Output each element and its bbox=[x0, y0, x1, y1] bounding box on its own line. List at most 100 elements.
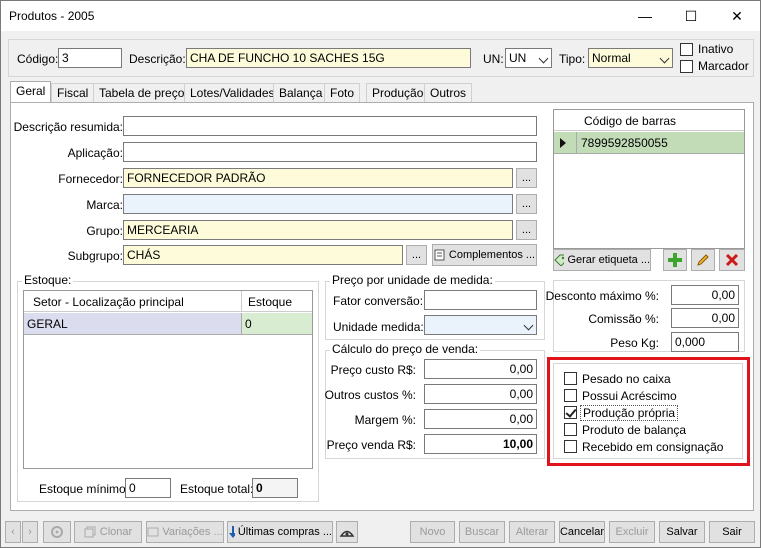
outros-custos-label: Outros custos %: bbox=[324, 388, 416, 402]
codigo-label: Código: bbox=[17, 52, 59, 66]
alterar-button[interactable]: Alterar bbox=[509, 521, 555, 543]
codigo-input[interactable]: 3 bbox=[58, 48, 122, 68]
edit-barcode-button[interactable] bbox=[691, 249, 715, 271]
pesado-checkbox[interactable] bbox=[564, 372, 577, 385]
footer-toolbar: ‹ › Clonar Variações ... Últimas compras… bbox=[1, 517, 760, 547]
gerar-etiqueta-button[interactable]: Gerar etiqueta ... bbox=[553, 249, 651, 271]
minimize-button[interactable]: — bbox=[622, 1, 668, 31]
fator-label: Fator conversão: bbox=[333, 294, 424, 308]
descricao-resumida-input[interactable] bbox=[123, 116, 537, 136]
close-button[interactable]: ✕ bbox=[714, 1, 760, 31]
fornecedor-browse-button[interactable]: ... bbox=[516, 168, 537, 188]
ultimas-compras-button[interactable]: Últimas compras ... bbox=[227, 521, 333, 543]
subgrupo-browse-button[interactable]: ... bbox=[406, 245, 427, 265]
tipo-select[interactable]: Normal bbox=[588, 48, 673, 68]
fornecedor-input[interactable]: FORNECEDOR PADRÃO bbox=[123, 168, 513, 188]
settings-button[interactable] bbox=[43, 521, 71, 543]
pesado-label: Pesado no caixa bbox=[582, 372, 671, 386]
setor-header: Setor - Localização principal bbox=[33, 295, 184, 309]
tab-fiscal[interactable]: Fiscal bbox=[51, 83, 95, 102]
estoque-total-label: Estoque total: bbox=[180, 482, 254, 496]
subgrupo-input[interactable]: CHÁS bbox=[123, 245, 403, 265]
barcode-value: 7899592850055 bbox=[581, 136, 668, 150]
complementos-button[interactable]: Complementos ... bbox=[432, 244, 537, 266]
tab-producao[interactable]: Produção bbox=[366, 83, 430, 102]
estoque-value: 0 bbox=[245, 317, 252, 331]
sair-button[interactable]: Sair bbox=[709, 521, 755, 543]
venda-input[interactable]: 10,00 bbox=[424, 434, 537, 454]
marcador-checkbox[interactable] bbox=[680, 60, 693, 73]
comissao-input[interactable]: 0,00 bbox=[671, 308, 739, 328]
excluir-button[interactable]: Excluir bbox=[609, 521, 655, 543]
grupo-browse-button[interactable]: ... bbox=[516, 220, 537, 240]
estoque-minimo-input[interactable]: 0 bbox=[125, 478, 171, 498]
table-row[interactable]: 7899592850055 bbox=[554, 132, 744, 154]
peso-label: Peso Kg: bbox=[610, 336, 659, 350]
novo-button[interactable]: Novo bbox=[410, 521, 455, 543]
window-title: Produtos - 2005 bbox=[9, 9, 95, 23]
descricao-label: Descrição: bbox=[129, 52, 186, 66]
acrescimo-checkbox[interactable] bbox=[564, 389, 577, 402]
tab-outros[interactable]: Outros bbox=[424, 83, 473, 102]
marca-browse-button[interactable]: ... bbox=[516, 194, 537, 214]
arrow-down-icon bbox=[229, 526, 235, 538]
un-select[interactable]: UN bbox=[505, 48, 552, 68]
next-button[interactable]: › bbox=[22, 521, 38, 543]
complementos-label: Complementos ... bbox=[448, 249, 536, 261]
table-row[interactable]: GERAL bbox=[24, 313, 241, 335]
grupo-label: Grupo: bbox=[86, 224, 123, 238]
table-cell[interactable]: 0 bbox=[241, 313, 312, 335]
consignacao-label: Recebido em consignação bbox=[582, 440, 724, 454]
custo-input[interactable]: 0,00 bbox=[424, 359, 537, 379]
grid-divider bbox=[576, 132, 577, 154]
fator-input[interactable] bbox=[424, 290, 537, 310]
tab-balanca[interactable]: Balança bbox=[273, 83, 329, 102]
estoque-total-value: 0 bbox=[252, 478, 298, 498]
unidade-select[interactable] bbox=[424, 315, 537, 335]
scale-button[interactable] bbox=[336, 521, 358, 543]
geral-panel: Descrição resumida: Aplicação: Fornecedo… bbox=[10, 102, 754, 511]
maximize-button[interactable]: ☐ bbox=[668, 1, 714, 31]
desconto-label: Desconto máximo %: bbox=[545, 289, 659, 303]
clonar-button[interactable]: Clonar bbox=[74, 521, 142, 543]
barcode-grid-header: Código de barras bbox=[554, 110, 744, 131]
acrescimo-label: Possui Acréscimo bbox=[582, 389, 677, 403]
product-window: Produtos - 2005 — ☐ ✕ Código: 3 Descriçã… bbox=[0, 0, 761, 548]
buscar-button[interactable]: Buscar bbox=[459, 521, 505, 543]
tab-foto[interactable]: Foto bbox=[324, 83, 361, 102]
tag-icon bbox=[554, 254, 565, 266]
venda-label: Preço venda R$: bbox=[326, 438, 416, 452]
balanca-label: Produto de balança bbox=[582, 423, 687, 437]
chevron-right-icon: › bbox=[28, 526, 32, 538]
peso-input[interactable]: 0,000 bbox=[671, 332, 739, 352]
inativo-checkbox[interactable] bbox=[680, 43, 693, 56]
title-bar: Produtos - 2005 — ☐ ✕ bbox=[1, 1, 760, 31]
cancelar-button[interactable]: Cancelar bbox=[559, 521, 605, 543]
tipo-label: Tipo: bbox=[559, 52, 586, 66]
salvar-button[interactable]: Salvar bbox=[659, 521, 705, 543]
grupo-input[interactable]: MERCEARIA bbox=[123, 220, 513, 240]
margem-input[interactable]: 0,00 bbox=[424, 409, 537, 429]
add-barcode-button[interactable] bbox=[663, 249, 687, 271]
aplicacao-input[interactable] bbox=[123, 142, 537, 162]
tab-tabela-preco[interactable]: Tabela de preço bbox=[93, 83, 191, 102]
tab-geral[interactable]: Geral bbox=[10, 81, 52, 103]
delete-barcode-button[interactable] bbox=[719, 249, 745, 271]
comissao-label: Comissão %: bbox=[588, 312, 659, 326]
fornecedor-label: Fornecedor: bbox=[58, 172, 123, 186]
row-pointer-icon bbox=[560, 138, 566, 148]
scale-icon bbox=[339, 530, 355, 537]
custo-label: Preço custo R$: bbox=[330, 363, 416, 377]
variacoes-button[interactable]: Variações ... bbox=[146, 521, 224, 543]
outros-custos-input[interactable]: 0,00 bbox=[424, 384, 537, 404]
pencil-icon bbox=[697, 254, 709, 266]
descricao-input[interactable]: CHA DE FUNCHO 10 SACHES 15G bbox=[186, 48, 471, 68]
delete-icon bbox=[725, 253, 739, 267]
desconto-input[interactable]: 0,00 bbox=[671, 285, 739, 305]
consignacao-checkbox[interactable] bbox=[564, 440, 577, 453]
tab-lotes-validades[interactable]: Lotes/Validades bbox=[184, 83, 281, 102]
balanca-checkbox[interactable] bbox=[564, 423, 577, 436]
producao-propria-checkbox[interactable] bbox=[564, 406, 577, 419]
marca-input[interactable] bbox=[123, 194, 513, 214]
prev-button[interactable]: ‹ bbox=[5, 521, 21, 543]
